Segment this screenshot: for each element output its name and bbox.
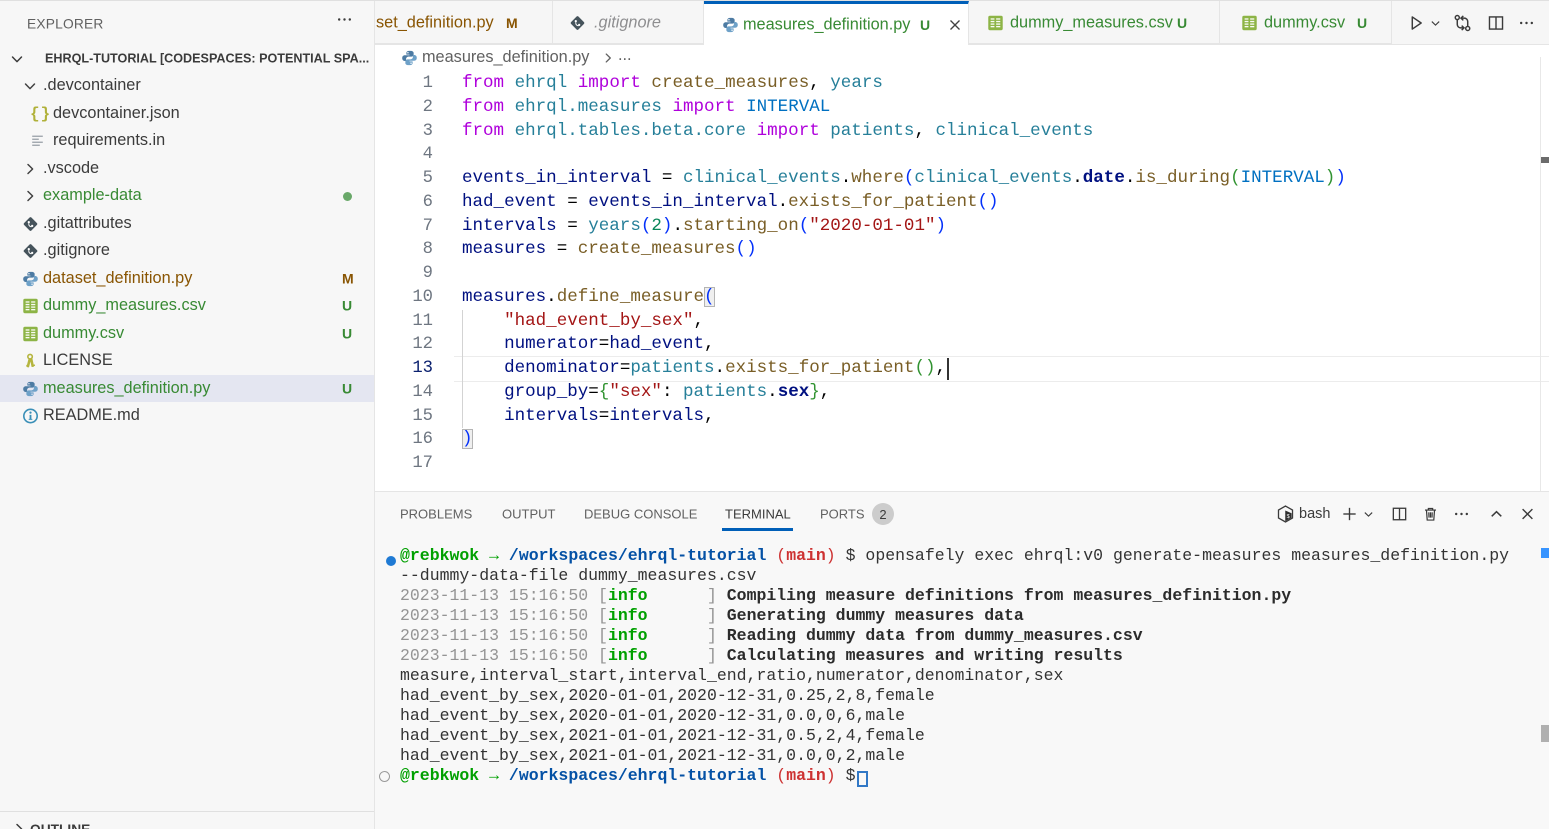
svg-text:$: $ bbox=[1287, 514, 1290, 520]
